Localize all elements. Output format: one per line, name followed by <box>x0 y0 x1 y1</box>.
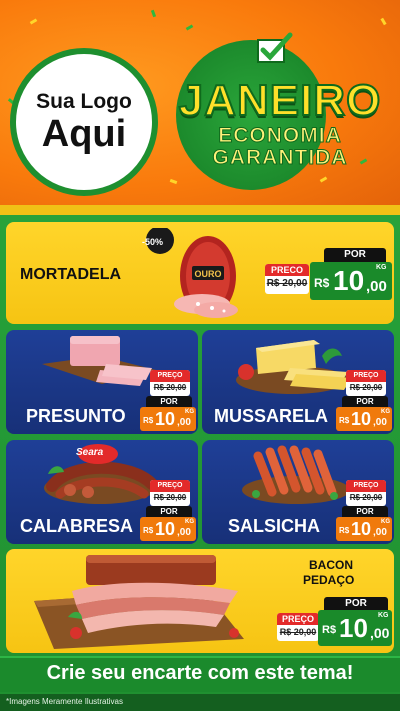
price-currency: R$ <box>143 526 154 535</box>
old-price-value: R$ 20,00 <box>153 493 187 502</box>
old-price-label: PREÇO <box>277 613 319 625</box>
janeiro-badge: JANEIRO ECONOMIA GARANTIDA <box>166 32 394 192</box>
header-banner: Sua Logo Aqui JANEIRO ECONOMIA GARANTIDA <box>0 0 400 215</box>
product-card-salsicha[interactable]: SALSICHA PREÇO R$ 20,00 POR R$ 10 ,00 KG <box>202 440 394 544</box>
price-currency: R$ <box>339 526 350 535</box>
price-currency: R$ <box>339 416 350 425</box>
checkmark-icon <box>257 32 293 63</box>
price-integer: 10 <box>351 409 372 429</box>
price-decimal: ,00 <box>177 417 191 428</box>
product-card-bacon[interactable]: BACON PEDAÇO PREÇO R$ 20,00 POR R$ 10 ,0… <box>6 549 394 653</box>
product-card-mussarela[interactable]: MUSSARELA PREÇO R$ 20,00 POR R$ 10 ,00 K… <box>202 330 394 434</box>
product-name-line1: BACON <box>309 558 353 572</box>
price-unit: KG <box>381 519 390 525</box>
old-price-value: R$ 20,00 <box>349 383 383 392</box>
new-price-box: R$ 10 ,00 KG <box>140 407 196 431</box>
old-price-value: R$ 20,00 <box>349 493 383 502</box>
price-currency: R$ <box>143 416 154 425</box>
confetti <box>150 9 157 18</box>
product-name: PRESUNTO <box>26 406 126 426</box>
price-integer: 10 <box>351 519 372 539</box>
product-name: CALABRESA <box>20 516 134 536</box>
product-card-mortadela[interactable]: MORTADELA OURO -50% PRECO R$ 20,00 POR R… <box>6 222 394 324</box>
bacon-image <box>34 555 244 649</box>
price-decimal: ,00 <box>370 625 390 641</box>
new-price-box: R$ 10 ,00 KG <box>336 517 392 541</box>
old-price-label: PRECO <box>265 264 309 276</box>
logo-line2: Aqui <box>41 113 127 155</box>
price-currency: R$ <box>322 624 337 636</box>
por-label: POR <box>324 597 388 610</box>
confetti <box>185 24 194 31</box>
por-label: POR <box>146 506 192 517</box>
new-price-box: R$ 10 ,00 KG <box>140 517 196 541</box>
price-unit: KG <box>185 409 194 415</box>
logo-placeholder: Sua Logo Aqui <box>10 48 158 196</box>
disclaimer-text: *Imagens Meramente Ilustrativas <box>6 697 123 706</box>
product-card-calabresa[interactable]: Seara CALABRESA PREÇO R$ 20,00 POR R$ 10… <box>6 440 198 544</box>
por-label: POR <box>342 396 388 407</box>
old-price-value: R$ 20,00 <box>153 383 187 392</box>
old-price-tag: PREÇO R$ 20,00 <box>150 370 190 396</box>
por-label: POR <box>342 506 388 517</box>
old-price-label: PREÇO <box>346 370 386 382</box>
price-currency: R$ <box>314 276 330 290</box>
tagline-line1: ECONOMIA <box>218 124 342 148</box>
price-unit: KG <box>378 612 389 619</box>
logo-line1: Sua Logo <box>36 90 132 113</box>
old-price-tag: PRECO R$ 20,00 <box>265 264 309 294</box>
price-decimal: ,00 <box>366 278 387 295</box>
tagline-line2: GARANTIDA <box>212 146 348 170</box>
price-integer: 10 <box>333 265 365 296</box>
old-price-label: PREÇO <box>150 480 190 492</box>
price-decimal: ,00 <box>373 527 387 538</box>
price-unit: KG <box>185 519 194 525</box>
por-label: POR <box>146 396 192 407</box>
confetti <box>380 17 387 26</box>
product-card-presunto[interactable]: PRESUNTO PREÇO R$ 20,00 POR R$ 10 ,00 KG <box>6 330 198 434</box>
price-integer: 10 <box>155 409 176 429</box>
old-price-tag: PREÇO R$ 20,00 <box>277 613 319 641</box>
por-label: POR <box>324 248 386 262</box>
old-price-tag: PREÇO R$ 20,00 <box>150 480 190 506</box>
svg-text:OURO: OURO <box>195 269 222 279</box>
new-price-box: R$ 10 ,00 KG <box>310 262 392 300</box>
price-integer: 10 <box>339 613 368 643</box>
mussarela-image <box>236 340 352 394</box>
brand-logo: Seara <box>76 447 104 458</box>
discount-badge: -50% <box>142 237 164 247</box>
old-price-label: PREÇO <box>150 370 190 382</box>
price-unit: KG <box>376 264 387 271</box>
cta-text[interactable]: Crie seu encarte com este tema! <box>0 662 400 685</box>
price-integer: 10 <box>155 519 176 539</box>
product-name: SALSICHA <box>228 516 321 536</box>
salsicha-image <box>242 445 350 504</box>
product-name: MUSSARELA <box>214 406 329 426</box>
product-name: MORTADELA <box>20 266 122 283</box>
presunto-image <box>42 336 156 386</box>
price-unit: KG <box>381 409 390 415</box>
old-price-value: R$ 20,00 <box>266 278 308 289</box>
month-title: JANEIRO <box>178 75 382 126</box>
old-price-value: R$ 20,00 <box>279 627 317 637</box>
old-price-tag: PREÇO R$ 20,00 <box>346 480 386 506</box>
old-price-tag: PREÇO R$ 20,00 <box>346 370 386 396</box>
price-decimal: ,00 <box>177 527 191 538</box>
price-decimal: ,00 <box>373 417 387 428</box>
confetti <box>29 18 38 25</box>
header-divider <box>0 205 400 215</box>
new-price-box: R$ 10 ,00 KG <box>336 407 392 431</box>
new-price-box: R$ 10 ,00 KG <box>318 610 392 646</box>
old-price-label: PREÇO <box>346 480 386 492</box>
product-name-line2: PEDAÇO <box>303 573 355 587</box>
